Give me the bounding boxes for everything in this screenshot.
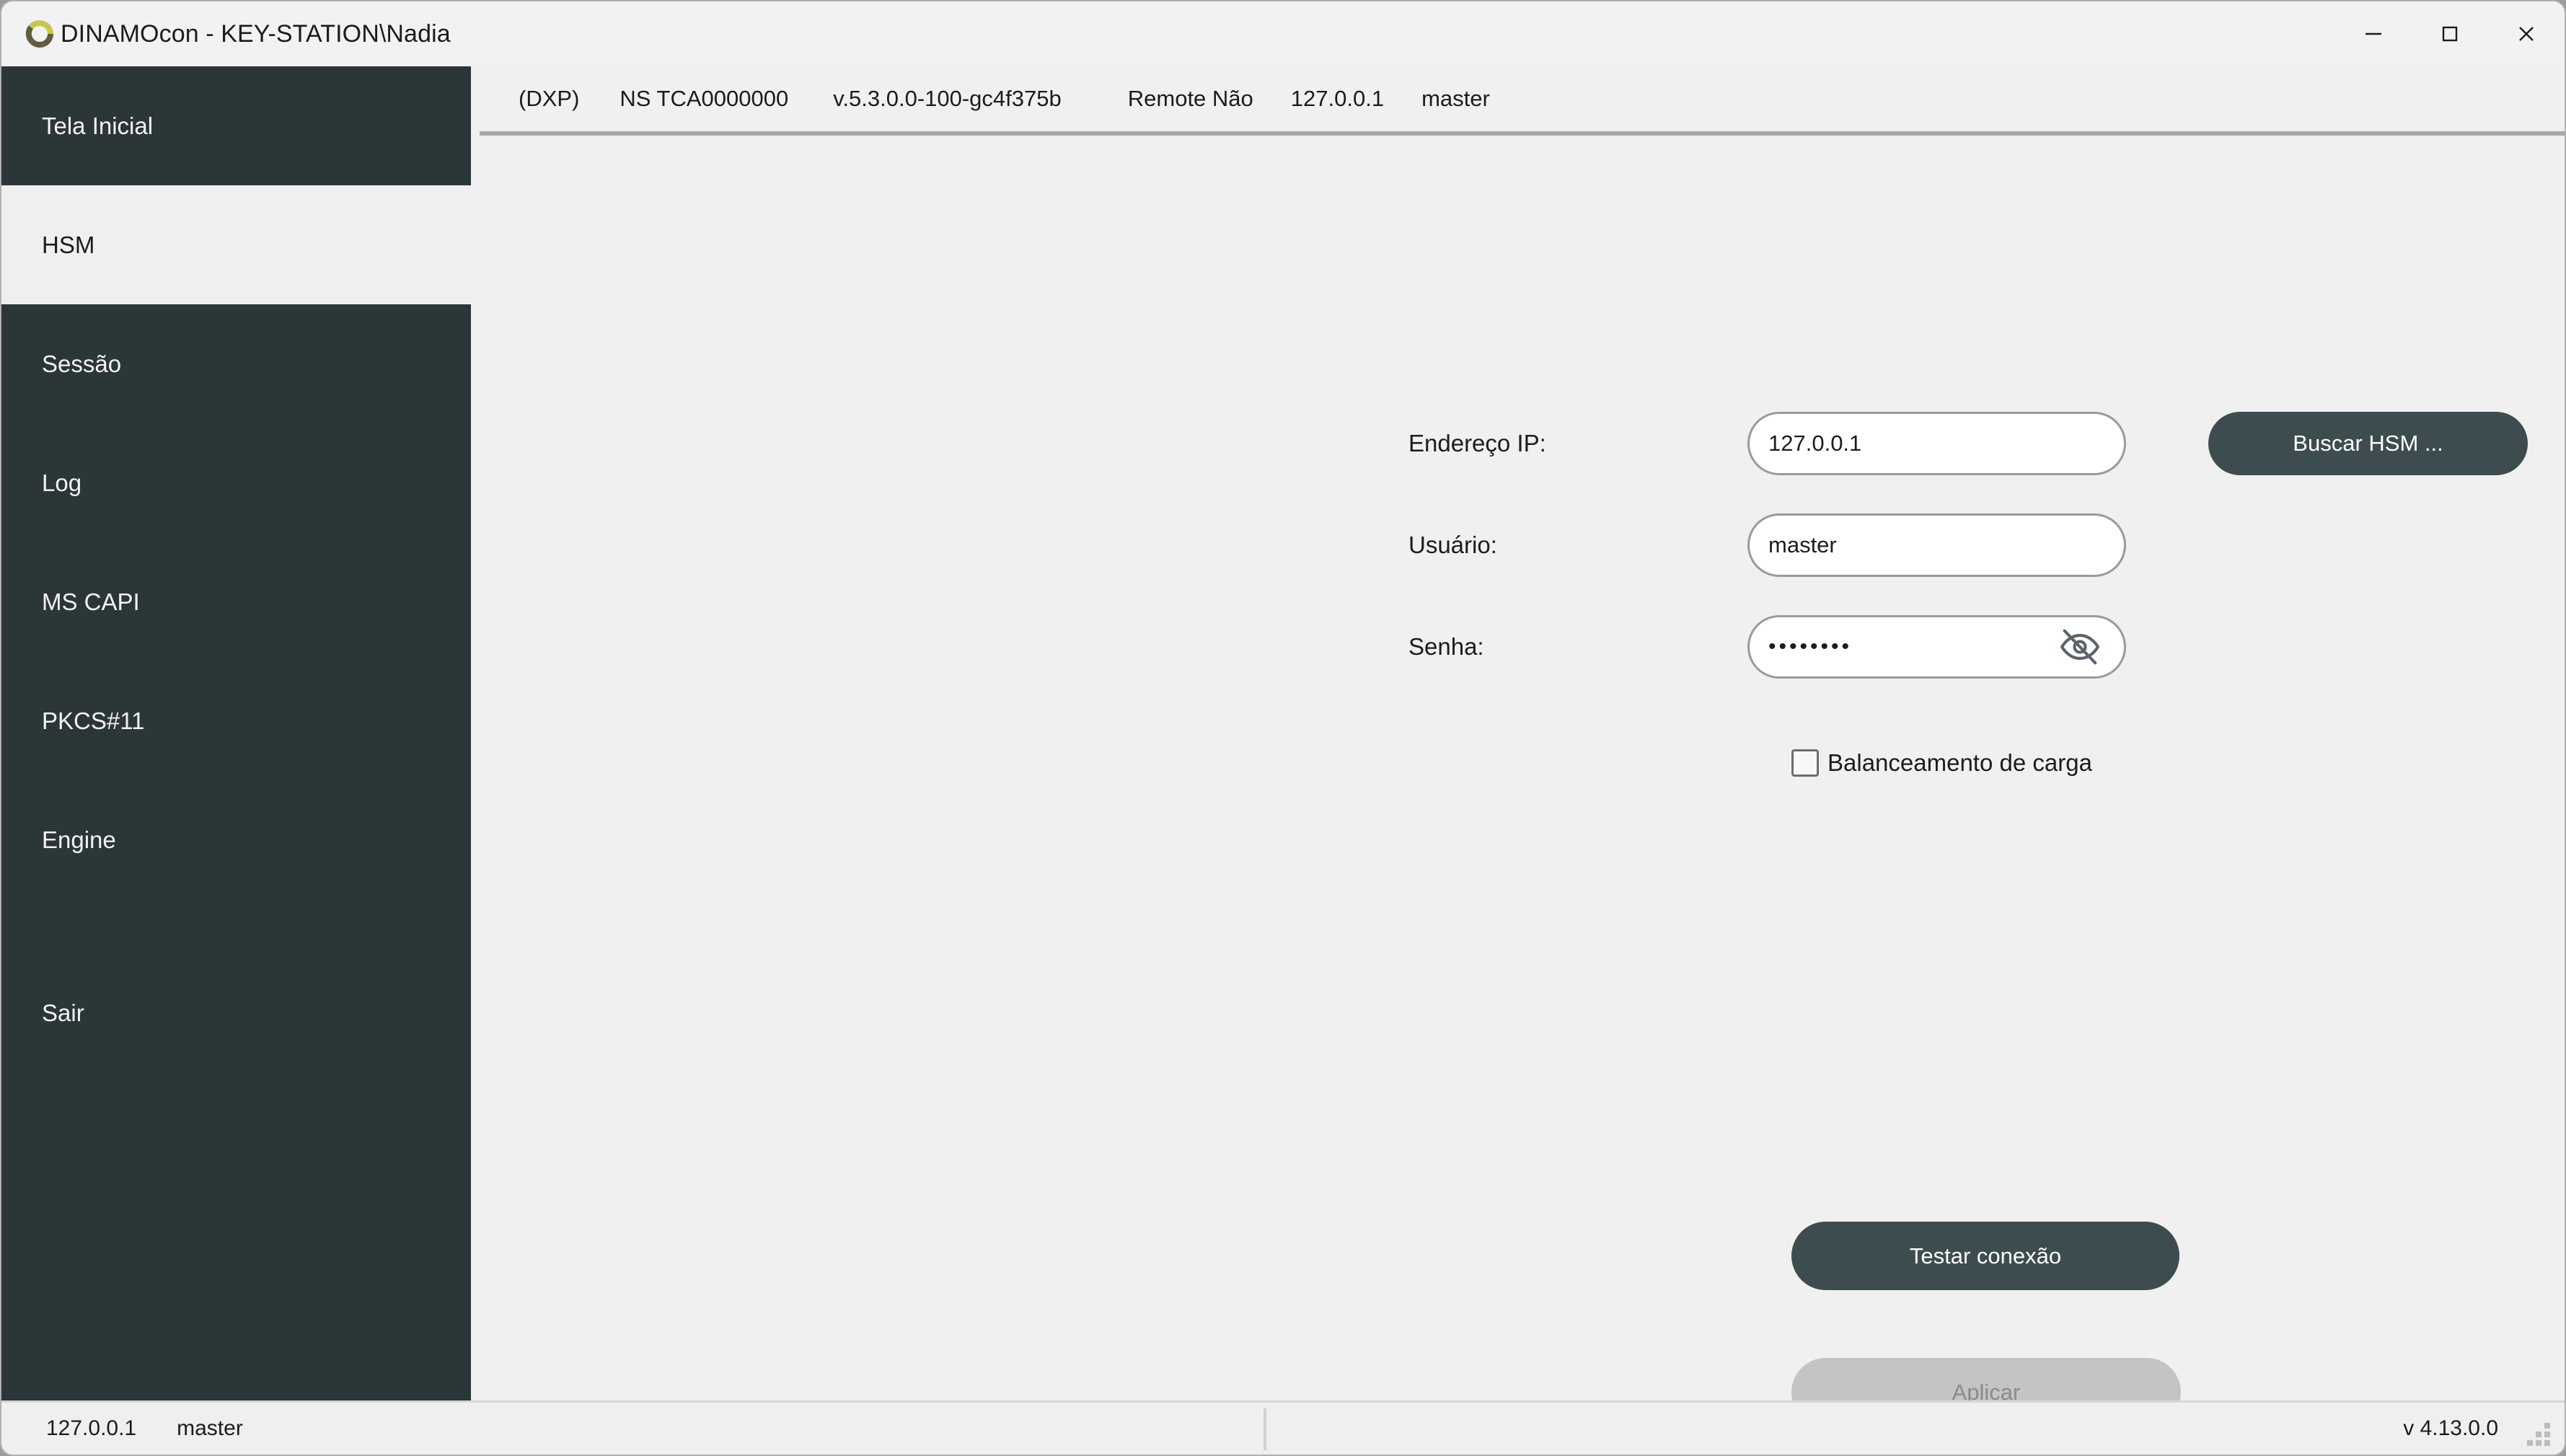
load-balance-checkbox-row[interactable]: Balanceamento de carga <box>1791 749 2092 777</box>
sidebar-item-pkcs11[interactable]: PKCS#11 <box>1 661 471 780</box>
info-ip: 127.0.0.1 <box>1290 86 1385 111</box>
sidebar-filler <box>1 1072 471 1400</box>
search-hsm-button[interactable]: Buscar HSM ... <box>2208 412 2528 475</box>
close-icon[interactable] <box>2488 1 2565 66</box>
status-version: v 4.13.0.0 <box>2403 1416 2498 1440</box>
info-serial: NS TCA0000000 <box>620 86 789 111</box>
ip-address-label: Endereço IP: <box>1408 430 1546 456</box>
title-bar-left: DINAMOcon - KEY-STATION\Nadia <box>1 17 451 50</box>
eye-off-icon[interactable] <box>2055 622 2105 672</box>
status-ip: 127.0.0.1 <box>46 1416 137 1440</box>
maximize-icon[interactable] <box>2412 1 2488 66</box>
password-input[interactable]: •••••••• <box>1747 615 2126 679</box>
window-controls <box>2335 1 2565 66</box>
status-bar-left: 127.0.0.1 master <box>1 1416 243 1441</box>
sidebar-item-sair[interactable]: Sair <box>1 953 471 1072</box>
status-separator <box>1264 1408 1266 1450</box>
sidebar-item-label: MS CAPI <box>42 588 140 615</box>
username-value: master <box>1768 532 1837 557</box>
window-body: Tela Inicial HSM Sessão Log MS CAPI PKCS… <box>1 66 2565 1426</box>
content-area: (DXP) NS TCA0000000 v.5.3.0.0-100-gc4f37… <box>471 66 2565 1426</box>
title-bar: DINAMOcon - KEY-STATION\Nadia <box>1 1 2565 66</box>
username-input[interactable]: master <box>1747 513 2126 577</box>
sidebar: Tela Inicial HSM Sessão Log MS CAPI PKCS… <box>1 66 471 1400</box>
info-dxp: (DXP) <box>519 86 580 111</box>
resize-grip-icon[interactable] <box>2527 1421 2553 1447</box>
password-label: Senha: <box>1408 633 1484 660</box>
hsm-connection-form: Endereço IP: 127.0.0.1 Buscar HSM ... Us… <box>471 136 2565 1426</box>
ip-address-input[interactable]: 127.0.0.1 <box>1747 412 2126 475</box>
username-label: Usuário: <box>1408 531 1497 558</box>
sidebar-item-label: PKCS#11 <box>42 707 145 734</box>
sidebar-item-tela-inicial[interactable]: Tela Inicial <box>1 66 471 185</box>
sidebar-item-label: Log <box>42 469 82 496</box>
ip-address-value: 127.0.0.1 <box>1768 431 1862 456</box>
load-balance-label: Balanceamento de carga <box>1827 749 2092 776</box>
status-user: master <box>177 1416 243 1440</box>
dinamo-ring-logo-icon <box>23 17 56 50</box>
status-bar: 127.0.0.1 master v 4.13.0.0 <box>1 1400 2565 1455</box>
device-info-strip: (DXP) NS TCA0000000 v.5.3.0.0-100-gc4f37… <box>471 66 2565 131</box>
sidebar-item-label: Engine <box>42 826 116 853</box>
row-password: Senha: •••••••• <box>1408 615 2126 679</box>
sidebar-item-label: Sessão <box>42 350 122 377</box>
minimize-icon[interactable] <box>2335 1 2412 66</box>
info-user: master <box>1421 86 1490 111</box>
row-username: Usuário: master <box>1408 513 2126 577</box>
sidebar-item-ms-capi[interactable]: MS CAPI <box>1 542 471 661</box>
window-title: DINAMOcon - KEY-STATION\Nadia <box>61 19 451 48</box>
password-value: •••••••• <box>1768 635 1853 658</box>
sidebar-item-label: Tela Inicial <box>42 112 154 139</box>
sidebar-item-label: HSM <box>42 231 95 258</box>
load-balance-checkbox[interactable] <box>1791 749 1819 777</box>
sidebar-item-log[interactable]: Log <box>1 423 471 542</box>
sidebar-item-sessao[interactable]: Sessão <box>1 304 471 423</box>
sidebar-item-hsm[interactable]: HSM <box>1 185 471 304</box>
app-window: DINAMOcon - KEY-STATION\Nadia Tela Inici… <box>0 0 2566 1456</box>
info-version: v.5.3.0.0-100-gc4f375b <box>833 86 1062 111</box>
sidebar-item-engine[interactable]: Engine <box>1 780 471 899</box>
info-remote: Remote Não <box>1127 86 1253 111</box>
sidebar-item-label: Sair <box>42 999 84 1026</box>
row-ip-address: Endereço IP: 127.0.0.1 <box>1408 412 2126 475</box>
test-connection-button[interactable]: Testar conexão <box>1791 1222 2179 1290</box>
